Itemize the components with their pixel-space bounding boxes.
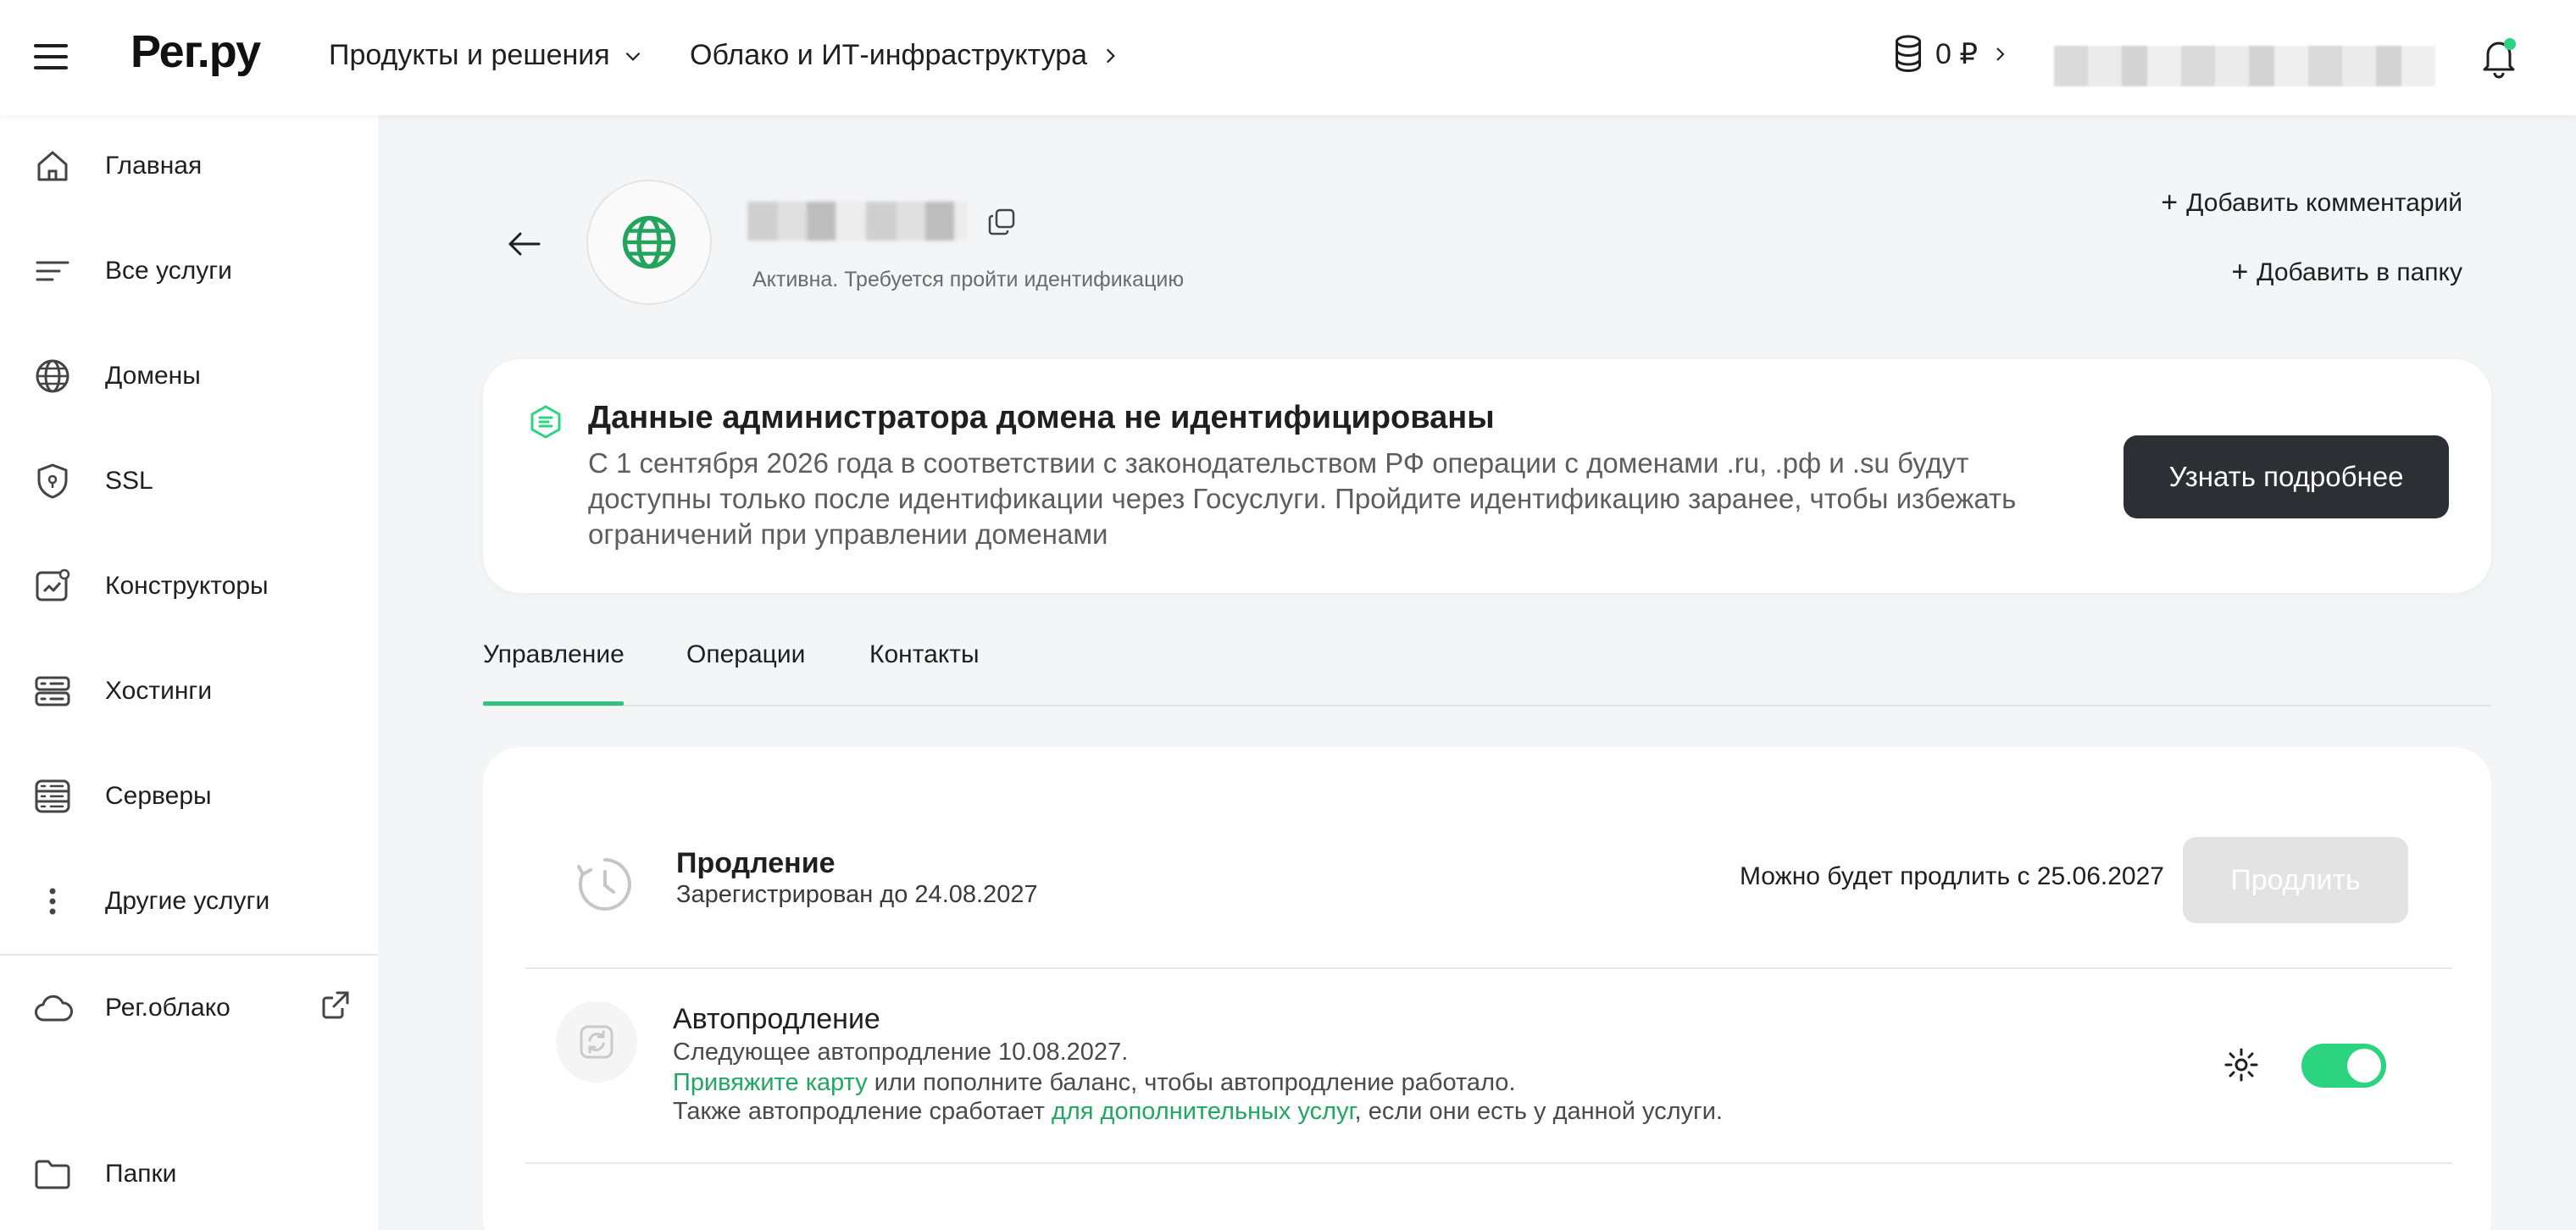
balance[interactable]: 0 ₽ [1893,34,2010,75]
add-to-folder-link[interactable]: + Добавить в папку [2231,256,2462,289]
shield-icon [37,463,68,499]
add-comment-label: Добавить комментарий [2186,188,2462,217]
sidebar-item-label: Серверы [105,782,212,810]
autorenew-next-date: Следующее автопродление 10.08.2027. [673,1039,1129,1066]
renewal-subtitle: Зарегистрирован до 24.08.2027 [676,881,1038,908]
chevron-right-icon [1107,48,1115,63]
autorenew-icon [580,1025,613,1059]
sidebar-item-label: Домены [105,362,201,390]
toggle-knob [2347,1049,2381,1083]
renewal-icon-wrap [564,844,646,925]
sidebar-item-other-services[interactable]: Другие услуги [32,881,269,922]
sidebar-divider [0,954,378,956]
sidebar-item-label: SSL [105,467,153,495]
balance-value: 0 ₽ [1935,38,1978,70]
autorenew-extra-hint: Также автопродление сработает для дополн… [673,1098,1723,1126]
row-divider [525,967,2452,969]
sidebar-item-label: Хостинги [105,677,213,705]
sidebar-item-all-services[interactable]: Все услуги [32,251,232,291]
extra-services-link[interactable]: для дополнительных услуг [1052,1098,1355,1125]
add-folder-label: Добавить в папку [2257,258,2462,286]
alert-text: С 1 сентября 2026 года в соответствии с … [588,447,2017,550]
tab-contacts[interactable]: Контакты [869,640,980,669]
gear-icon[interactable] [2223,1047,2259,1083]
autorenew-toggle[interactable] [2301,1044,2386,1088]
external-link-icon[interactable] [319,988,353,1022]
sidebar-item-home[interactable]: Главная [32,146,202,186]
home-icon [37,151,68,181]
autorenew-extra-start: Также автопродление сработает [673,1098,1052,1125]
list-icon [36,261,69,281]
copy-icon[interactable] [986,207,1017,237]
cloud-icon [35,995,73,1022]
nav-cloud[interactable]: Облако и ИТ-инфраструктура [690,39,1121,72]
sidebar-item-folders[interactable]: Папки [32,1154,176,1194]
gosuslugi-icon [530,405,561,439]
tabs-divider [483,705,2491,706]
nav-cloud-label: Облако и ИТ-инфраструктура [690,39,1088,71]
sidebar-item-label: Рег.облако [105,994,230,1022]
autorenew-card-hint: Привяжите карту или пополните баланс, чт… [673,1069,1516,1097]
renewal-note: Можно будет продлить с 25.06.2027 [1739,862,2164,890]
globe-icon [622,215,676,269]
renew-button[interactable]: Продлить [2183,837,2408,923]
sidebar-item-hosting[interactable]: Хостинги [32,671,212,712]
tab-management[interactable]: Управление [483,640,625,669]
alert-title: Данные администратора домена не идентифи… [588,400,1495,435]
sidebar-item-servers[interactable]: Серверы [32,776,212,817]
more-icon [49,888,56,915]
sidebar-item-constructors[interactable]: Конструкторы [32,566,269,607]
user-account[interactable] [2054,46,2435,86]
link-card-link[interactable]: Привяжите карту [673,1069,868,1096]
folder-icon [35,1160,70,1189]
coins-icon [1896,35,1921,73]
service-card: Продление Зарегистрирован до 24.08.2027 … [483,747,2491,1230]
sidebar-item-label: Конструкторы [105,572,269,600]
plus-icon: + [2231,256,2249,288]
sidebar-item-ssl[interactable]: SSL [32,461,153,501]
logo[interactable]: Рег.ру [130,25,261,78]
add-comment-link[interactable]: + Добавить комментарий [2161,186,2462,219]
notifications-bell-icon[interactable] [2478,34,2520,81]
domain-avatar [586,180,712,305]
identification-alert: Данные администратора домена не идентифи… [483,359,2491,593]
nav-products[interactable]: Продукты и решения [329,39,644,72]
domain-name [747,202,968,241]
sidebar-item-label: Главная [105,152,203,180]
server-icon [35,779,70,813]
sidebar-item-label: Папки [105,1160,177,1188]
sidebar-item-label: Все услуги [105,257,232,285]
active-tab-indicator [483,701,624,706]
globe-icon [36,359,69,393]
top-bar: Рег.ру Продукты и решения Облако и ИТ-ин… [0,0,2576,115]
sidebar: Главная Все услуги Домены SSL Конструкто… [0,115,378,1230]
back-arrow-icon[interactable] [505,227,542,261]
constructor-icon [36,568,70,601]
chevron-down-icon [625,52,641,61]
renewal-clock-icon [577,858,631,911]
learn-more-button[interactable]: Узнать подробнее [2124,435,2449,518]
row-divider [525,1162,2452,1164]
autorenew-title: Автопродление [673,1003,880,1035]
hosting-icon [35,676,70,706]
domain-status: Активна. Требуется пройти идентификацию [752,268,1185,291]
tab-operations[interactable]: Операции [686,640,805,669]
nav-products-label: Продукты и решения [329,39,610,71]
renewal-title: Продление [676,847,836,879]
sidebar-item-domains[interactable]: Домены [32,356,201,396]
autorenew-card-hint-text: или пополните баланс, чтобы автопродлени… [867,1069,1516,1096]
autorenew-icon-wrap [556,1001,637,1083]
sidebar-item-label: Другие услуги [105,887,270,915]
menu-icon[interactable] [34,44,68,69]
sidebar-item-cloud[interactable]: Рег.облако [32,988,230,1028]
autorenew-extra-end: , если они есть у данной услуги. [1354,1098,1723,1125]
plus-icon: + [2161,186,2179,219]
chevron-right-icon [1996,47,2005,61]
